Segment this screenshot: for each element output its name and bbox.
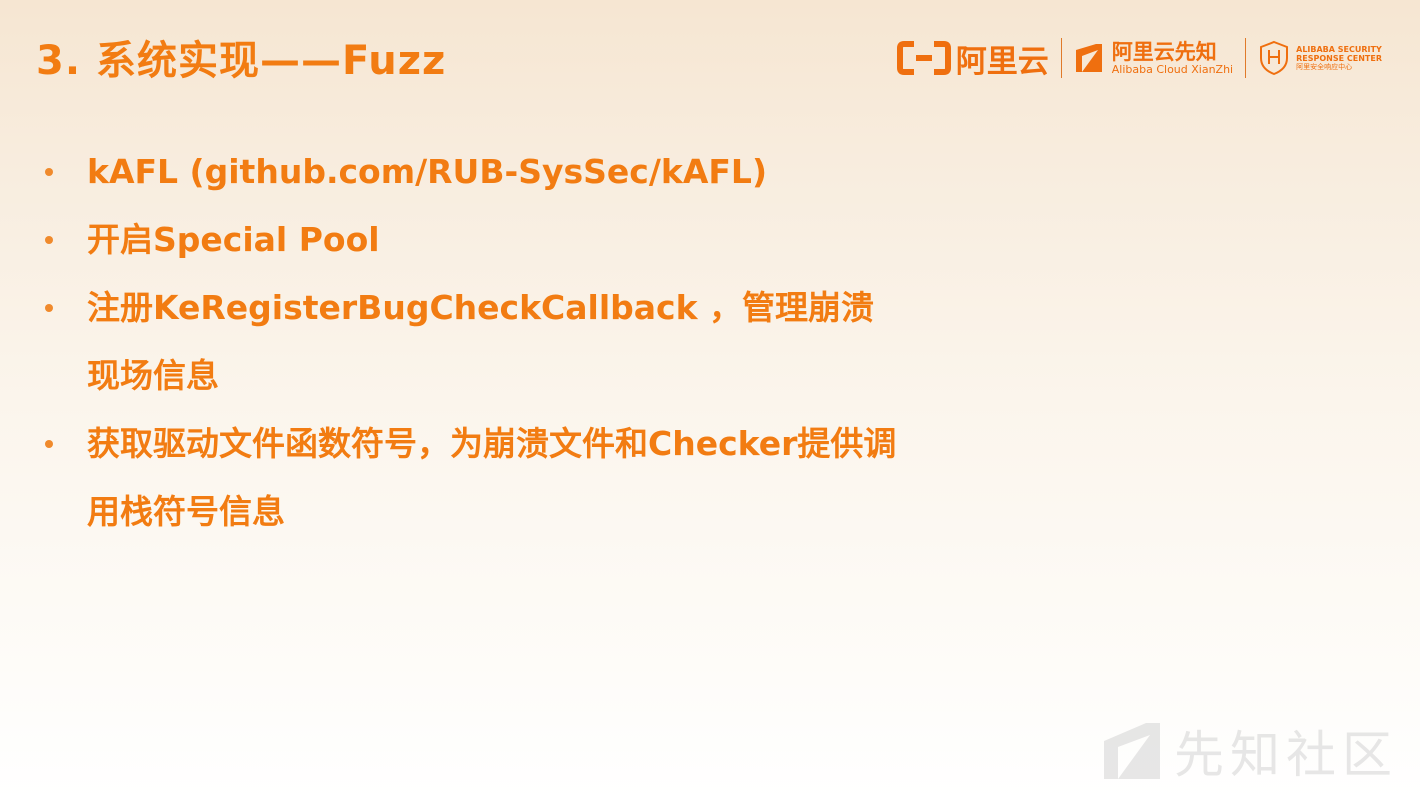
bullet-text: kAFL (github.com/RUB-SysSec/kAFL) xyxy=(87,152,768,191)
xianzhi-logo-en: Alibaba Cloud XianZhi xyxy=(1111,62,1234,76)
aliyun-logo-text: 阿里云 xyxy=(955,43,1049,80)
bullet-dot-icon xyxy=(45,168,53,176)
watermark-text: 先知社区 xyxy=(1174,726,1398,784)
bullet-dot-icon xyxy=(45,236,53,244)
bullet-dot-icon xyxy=(45,304,53,312)
list-item: kAFL (github.com/RUB-SysSec/kAFL) xyxy=(40,138,940,206)
xianzhi-logo: 阿里云先知 Alibaba Cloud XianZhi xyxy=(1074,41,1233,76)
bullet-text: 获取驱动文件函数符号，为崩溃文件和Checker提供调用栈符号信息 xyxy=(87,424,897,531)
watermark: 先知社区 xyxy=(1102,715,1398,787)
logo-divider xyxy=(1245,38,1247,78)
asrc-line-3: 阿里安全响应中心 xyxy=(1296,62,1353,71)
bullet-text: 开启Special Pool xyxy=(87,220,380,259)
asrc-logo: ALIBABA SECURITY RESPONSE CENTER 阿里安全响应中… xyxy=(1258,40,1382,76)
xianzhi-watermark-icon xyxy=(1104,723,1160,779)
list-item: 获取驱动文件函数符号，为崩溃文件和Checker提供调用栈符号信息 xyxy=(40,410,940,546)
bullet-list: kAFL (github.com/RUB-SysSec/kAFL) 开启Spec… xyxy=(40,138,940,546)
aliyun-bracket-icon xyxy=(896,41,951,75)
header-logos: 阿里云 阿里云先知 Alibaba Cloud XianZhi ALIBABA … xyxy=(896,36,1382,80)
xianzhi-logo-text: 阿里云先知 xyxy=(1111,39,1217,64)
bullet-dot-icon xyxy=(45,440,53,448)
asrc-line-1: ALIBABA SECURITY xyxy=(1296,44,1382,54)
shield-icon xyxy=(1260,40,1289,76)
list-item: 注册KeRegisterBugCheckCallback ，管理崩溃现场信息 xyxy=(40,274,940,410)
xianzhi-mark-icon xyxy=(1075,44,1102,72)
logo-divider xyxy=(1060,38,1062,78)
slide-title: 3. 系统实现——Fuzz xyxy=(36,38,447,84)
bullet-text: 注册KeRegisterBugCheckCallback ，管理崩溃现场信息 xyxy=(87,288,875,395)
asrc-line-2: RESPONSE CENTER xyxy=(1296,53,1382,63)
aliyun-logo: 阿里云 xyxy=(896,36,1049,81)
list-item: 开启Special Pool xyxy=(40,206,940,274)
